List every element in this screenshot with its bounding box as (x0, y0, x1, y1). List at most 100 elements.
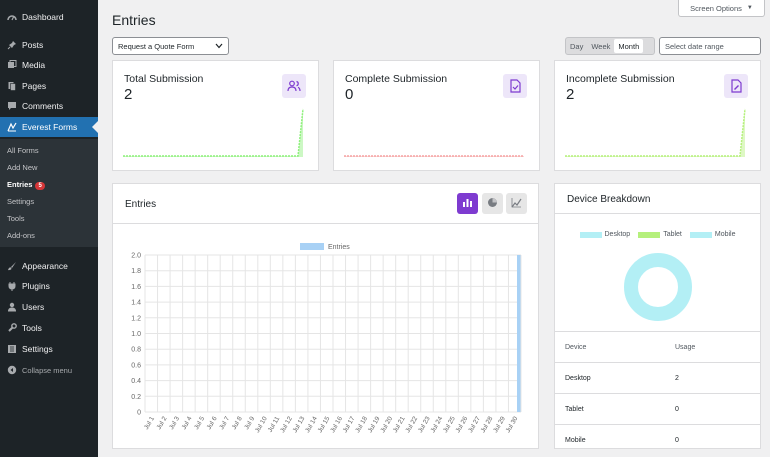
sidebar-item-label: Posts (22, 40, 44, 50)
entries-bar-chart: Entries 0 0.2 0.4 0.6 0.8 1.0 1.2 1.4 1.6 1.8 2.0 Ju… (131, 243, 522, 434)
table-row: Desktop 2 (555, 362, 760, 393)
range-day-button[interactable]: Day (566, 39, 587, 53)
bar-chart-icon (462, 195, 473, 213)
bar-chart-button[interactable] (457, 193, 478, 214)
stat-sparkline (344, 155, 524, 157)
column-header-device: Device (565, 344, 587, 351)
pie-chart-button[interactable] (482, 193, 503, 214)
y-tick-label: 1.2 (131, 315, 141, 322)
device-legend-item[interactable]: Tablet (638, 231, 682, 238)
device-name-cell: Tablet (565, 406, 584, 413)
device-legend: Desktop Tablet Mobile (555, 231, 760, 238)
x-tick-label: Jul 2 (156, 415, 169, 431)
y-tick-label: 1.0 (131, 331, 141, 338)
pie-chart-icon (487, 195, 498, 213)
stat-sparkline (565, 108, 746, 157)
device-usage-cell: 2 (675, 375, 679, 382)
stat-label: Incomplete Submission (566, 73, 675, 85)
device-legend-item[interactable]: Mobile (689, 231, 736, 238)
everest-forms-submenu: All Forms Add New Entries 5 Settings Tools Add… (0, 139, 98, 247)
table-row: Tablet 0 (555, 393, 760, 424)
legend-swatch (689, 231, 712, 238)
media-icon (6, 60, 17, 71)
sidebar-item-label: Media (22, 60, 46, 70)
submenu-item-add-new[interactable]: Add New (7, 163, 37, 172)
sidebar-item-label: Tools (22, 323, 42, 333)
stat-card-total-submission: Total Submission 2 (112, 60, 319, 171)
device-table-header: Device Usage (555, 331, 760, 362)
sidebar-item-label: Settings (22, 344, 53, 354)
stat-card-complete-submission: Complete Submission 0 (333, 60, 540, 171)
submenu-item-all-forms[interactable]: All Forms (7, 146, 39, 155)
chevron-down-icon (215, 42, 223, 51)
pin-icon (6, 40, 17, 51)
device-name-cell: Desktop (565, 375, 591, 382)
submenu-item-label: Add-ons (7, 231, 35, 240)
device-name-cell: Mobile (565, 437, 586, 444)
sidebar-item-pages[interactable]: Pages (0, 76, 98, 96)
sidebar-item-everest-forms[interactable]: Everest Forms (0, 117, 98, 137)
sidebar-item-users[interactable]: Users (0, 297, 98, 317)
sidebar-item-collapse-menu[interactable]: Collapse menu (0, 360, 98, 380)
device-usage-cell: 0 (675, 406, 679, 413)
screen-options-label: Screen Options (690, 3, 742, 13)
sidebar-item-label: Comments (22, 101, 64, 111)
legend-swatch (300, 243, 324, 250)
y-tick-label: 0.4 (131, 378, 141, 385)
form-icon (6, 122, 17, 133)
submenu-item-label: Settings (7, 197, 35, 206)
sidebar-item-plugins[interactable]: Plugins (0, 276, 98, 296)
table-row: Mobile 0 (555, 424, 760, 455)
line-chart-button[interactable] (506, 193, 527, 214)
x-tick-label: Jul 3 (168, 415, 181, 431)
stat-card-incomplete-submission: Incomplete Submission 2 (554, 60, 761, 171)
y-tick-label: 0 (137, 410, 141, 417)
device-legend-item[interactable]: Desktop (579, 231, 630, 238)
date-range-placeholder: Select date range (665, 41, 724, 51)
y-tick-label: 2.0 (131, 253, 141, 260)
submenu-item-label: Tools (7, 214, 25, 223)
plug-icon (6, 281, 17, 292)
sidebar-item-label: Collapse menu (22, 365, 73, 375)
entries-count-badge: 5 (35, 182, 45, 190)
x-tick-label: Jul 6 (206, 415, 219, 431)
device-breakdown-card: Device Breakdown Desktop Tablet Mobile Dev… (554, 183, 761, 449)
admin-sidebar: Dashboard Posts Media Pages Comments Everest … (0, 0, 98, 457)
sidebar-item-dashboard[interactable]: Dashboard (0, 7, 98, 27)
stat-label: Complete Submission (345, 73, 448, 85)
x-tick-label: Jul 8 (231, 415, 244, 431)
sidebar-item-media[interactable]: Media (0, 55, 98, 75)
sidebar-item-label: Appearance (22, 261, 68, 271)
sidebar-item-tools[interactable]: Tools (0, 318, 98, 338)
submenu-item-tools[interactable]: Tools (7, 214, 25, 223)
stat-sparkline (123, 108, 304, 157)
line-chart-icon (511, 195, 522, 213)
sidebar-item-appearance[interactable]: Appearance (0, 256, 98, 276)
collapse-icon (6, 365, 17, 376)
entries-chart-card: Entries Entries 0 0.2 0.4 0.6 0.8 1.0 1.2 1.4 1.6… (112, 183, 539, 449)
x-tick-label: Jul 30 (505, 415, 520, 434)
entries-bar (517, 255, 521, 412)
device-usage-cell: 0 (675, 437, 679, 444)
sidebar-item-label: Everest Forms (22, 122, 78, 132)
donut-desktop-slice (624, 253, 692, 321)
y-tick-label: 1.4 (131, 300, 141, 307)
user-icon (6, 302, 17, 313)
y-tick-label: 0.8 (131, 347, 141, 354)
range-month-button[interactable]: Month (614, 39, 644, 53)
x-tick-label: Jul 5 (193, 415, 206, 431)
brush-icon (6, 261, 17, 272)
sidebar-item-settings[interactable]: Settings (0, 339, 98, 359)
sidebar-item-comments[interactable]: Comments (0, 96, 98, 116)
screen-options-button[interactable]: Screen Options ▼ (678, 0, 765, 17)
submenu-item-add-ons[interactable]: Add-ons (7, 231, 35, 240)
range-week-button[interactable]: Week (587, 39, 614, 53)
range-toggle: Day Week Month (565, 37, 655, 55)
sidebar-item-posts[interactable]: Posts (0, 35, 98, 55)
date-range-input[interactable]: Select date range (659, 37, 761, 55)
legend-swatch (638, 231, 661, 238)
submenu-item-settings[interactable]: Settings (7, 197, 34, 206)
form-select[interactable]: Request a Quote Form (112, 37, 229, 55)
submenu-item-entries[interactable]: Entries 5 (7, 180, 45, 190)
file-edit-icon (724, 74, 748, 98)
